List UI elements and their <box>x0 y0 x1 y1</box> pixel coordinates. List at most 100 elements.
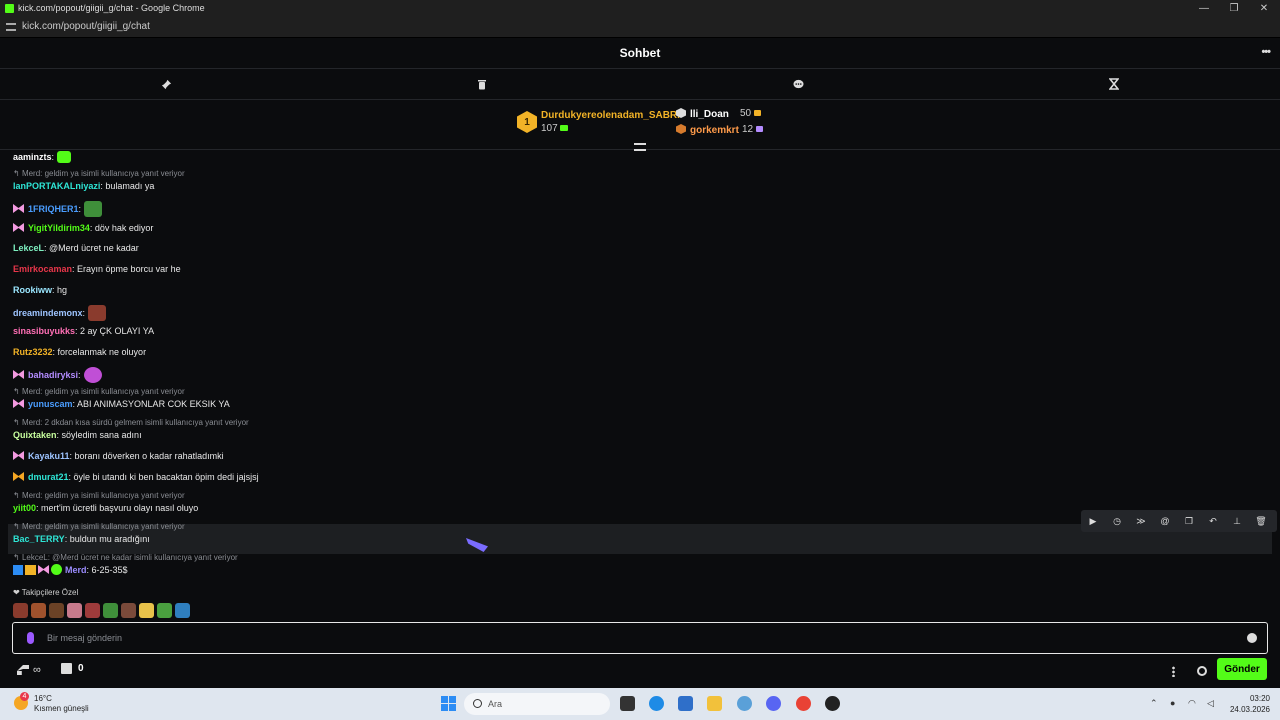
store-app-icon[interactable] <box>678 696 693 711</box>
gift-leaderboard: 1 Durdukyereolenadam_SABRI 107 lli_Doan … <box>0 100 1280 151</box>
verified-badge-icon <box>51 564 62 575</box>
kick-favicon-icon <box>5 3 14 13</box>
pepe-emote-icon[interactable] <box>175 603 190 618</box>
gear-icon[interactable] <box>1197 666 1207 676</box>
window-titlebar: kick.com/popout/giigii_g/chat - Google C… <box>0 0 1280 16</box>
emote-icon[interactable] <box>31 603 46 618</box>
followers-only-label: ❤ Takipçilere Özel <box>13 588 79 597</box>
tray-mic-icon[interactable]: ● <box>1170 698 1175 708</box>
chat-message: Bac_TERRY: buldun mu aradığını <box>13 534 150 544</box>
close-button[interactable]: ✕ <box>1248 0 1280 16</box>
store-button[interactable]: 0 <box>61 663 84 674</box>
play-icon[interactable]: ▶ <box>1081 510 1105 532</box>
tray-chevron-icon[interactable]: ⌃ <box>1150 698 1158 709</box>
hourglass-icon[interactable] <box>1107 77 1121 91</box>
subscriber-badge-icon <box>13 399 24 408</box>
emote-icon <box>83 367 102 383</box>
copy-icon[interactable]: ❐ <box>1177 510 1201 532</box>
emote-icon[interactable] <box>121 603 136 618</box>
leader-1-name[interactable]: Durdukyereolenadam_SABRI <box>541 110 680 121</box>
reply-icon[interactable]: ↶ <box>1201 510 1225 532</box>
file-explorer-icon[interactable] <box>707 696 722 711</box>
store-icon <box>61 663 72 674</box>
taskbar-search[interactable]: Ara <box>464 693 610 715</box>
message-input[interactable] <box>47 629 1227 647</box>
chat-message: yunuscam: ABI ANIMASYONLAR COK EKSIK YA <box>13 399 230 409</box>
timeout-clock-icon[interactable]: ◷ <box>1105 510 1129 532</box>
reply-context: ↰ Merd: geldim ya isimli kullanıcıya yan… <box>13 169 185 178</box>
chat-message: Quixtaken: söyledim sana adını <box>13 430 142 440</box>
emote-icon[interactable] <box>13 603 28 618</box>
chrome-icon[interactable] <box>796 696 811 711</box>
pepe-emote-icon[interactable] <box>157 603 172 618</box>
subscriber-badge-icon <box>13 370 24 379</box>
emote-icon <box>88 305 107 321</box>
search-icon <box>473 699 482 708</box>
chat-footer: ∞ 0 Gönder <box>0 654 1280 688</box>
edge-icon[interactable] <box>649 696 664 711</box>
subscriber-badge-icon <box>13 472 24 481</box>
wifi-icon[interactable]: ◠ <box>1188 698 1196 709</box>
url-text[interactable]: kick.com/popout/giigii_g/chat <box>22 21 150 32</box>
subscriber-badge-icon <box>13 223 24 232</box>
discord-icon[interactable] <box>766 696 781 711</box>
slow-mode-icon[interactable]: ≫ <box>1129 510 1153 532</box>
gift-icon <box>754 110 762 116</box>
emote-icon[interactable] <box>67 603 82 618</box>
chat-header: Sohbet ••• <box>0 38 1280 69</box>
minimize-button[interactable]: — <box>1188 0 1220 16</box>
send-button[interactable]: Gönder <box>1217 658 1267 680</box>
speech-bubble-icon[interactable] <box>791 77 805 91</box>
leader-2-name[interactable]: lli_Doan <box>676 108 729 120</box>
pepe-emote-icon <box>84 201 103 217</box>
chat-message: Emirkocaman: Erayın öpme borcu var he <box>13 264 181 274</box>
more-options-button[interactable]: ••• <box>1261 46 1271 58</box>
pin-icon[interactable] <box>159 77 173 91</box>
microphone-icon[interactable] <box>27 632 34 644</box>
taskbar-clock[interactable]: 03:20 24.03.2026 <box>1226 693 1270 715</box>
emote-picker-icon[interactable] <box>1247 633 1257 643</box>
gift-icon <box>756 126 764 132</box>
mod-toolbar <box>0 69 1280 100</box>
leader-3-name[interactable]: gorkemkrt <box>676 124 739 136</box>
settings-app-icon[interactable] <box>737 696 752 711</box>
site-info-icon[interactable] <box>6 22 16 31</box>
pin-message-icon[interactable]: ⊥ <box>1225 510 1249 532</box>
weather-widget[interactable]: 16°C Kısmen güneşli <box>34 694 89 714</box>
message-input-box[interactable] <box>12 622 1268 654</box>
taskbar: 4 16°C Kısmen güneşli Ara ⌃ ● ◠ ◁ 03:20 24… <box>0 688 1280 720</box>
address-bar[interactable]: kick.com/popout/giigii_g/chat <box>0 16 1280 38</box>
emote-icon[interactable] <box>49 603 64 618</box>
leader-2-count: 50 <box>740 108 762 119</box>
chat-message: Rookiww: hg <box>13 285 68 295</box>
obs-icon[interactable] <box>825 696 840 711</box>
rank-2-badge-icon <box>676 108 686 118</box>
restore-button[interactable]: ❐ <box>1218 0 1250 16</box>
channel-points[interactable]: ∞ <box>17 664 41 676</box>
window-title: kick.com/popout/giigii_g/chat - Google C… <box>18 3 205 13</box>
pepe-emote-icon[interactable] <box>103 603 118 618</box>
emote-icon[interactable] <box>139 603 154 618</box>
chat-message: Merd: 6-25-35$ <box>13 564 128 575</box>
mention-icon[interactable]: @ <box>1153 510 1177 532</box>
emote-icon[interactable] <box>85 603 100 618</box>
start-icon[interactable] <box>441 696 456 711</box>
chat-message: lanPORTAKALniyazi: bulamadı ya <box>13 181 155 191</box>
volume-icon[interactable]: ◁ <box>1207 698 1214 709</box>
chat-message: dreamindemonx: <box>13 305 107 321</box>
rank-1-badge: 1 <box>517 111 537 133</box>
moderator-badge-icon <box>13 565 23 575</box>
chat-message: Rutz3232: forcelanmak ne oluyor <box>13 347 147 357</box>
chat-message: dmurat21: öyle bi utandı ki ben bacaktan… <box>13 472 259 482</box>
weather-badge: 4 <box>20 692 29 701</box>
chat-messages[interactable]: aaminzts: ↰ Merd: geldim ya isimli kulla… <box>0 150 1280 588</box>
chat-message: 1FRIQHER1: <box>13 201 103 217</box>
chat-app: Sohbet ••• 1 Durdukyereolenadam_SABRI 10… <box>0 38 1280 688</box>
reply-context: ↰ Merd: geldim ya isimli kullanıcıya yan… <box>13 491 185 500</box>
delete-message-icon[interactable]: 🗑 <box>1249 510 1273 532</box>
task-view-icon[interactable] <box>620 696 635 711</box>
leader-3-count: 12 <box>742 124 764 135</box>
trash-icon[interactable] <box>475 77 489 91</box>
reply-context: ↰ LekceL: @Merd ücret ne kadar isimli ku… <box>13 553 238 562</box>
kebab-menu-icon[interactable] <box>1172 666 1175 677</box>
